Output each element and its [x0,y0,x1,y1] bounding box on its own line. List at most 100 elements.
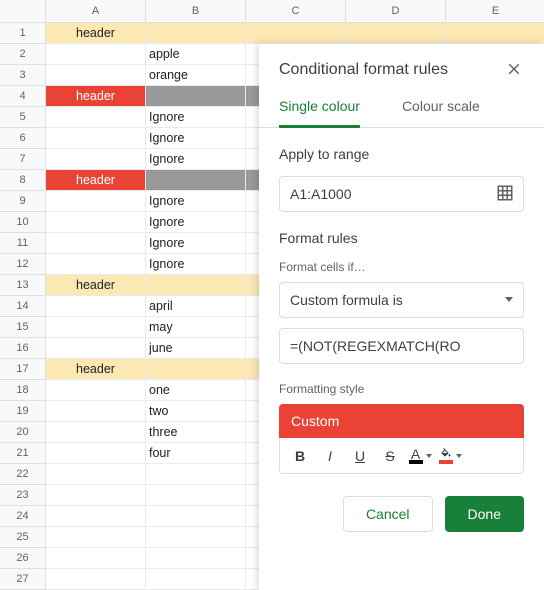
close-icon[interactable] [504,60,524,80]
row-header[interactable]: 11 [0,233,46,254]
row-header[interactable]: 1 [0,23,46,44]
cell[interactable] [146,464,246,485]
cell[interactable] [146,170,246,191]
cell[interactable] [46,527,146,548]
cell[interactable]: june [146,338,246,359]
cell[interactable]: header [46,23,146,44]
cell[interactable]: header [46,359,146,380]
cell[interactable] [146,485,246,506]
cell[interactable]: header [46,170,146,191]
done-button[interactable]: Done [445,496,524,532]
cell[interactable] [146,23,246,44]
cell[interactable] [46,191,146,212]
corner-select-all[interactable] [0,0,46,23]
cell[interactable]: Ignore [146,149,246,170]
cell[interactable] [146,527,246,548]
cell[interactable]: header [46,86,146,107]
fill-color-button[interactable] [436,442,464,470]
cell[interactable] [46,317,146,338]
rule-type-dropdown[interactable]: Custom formula is [279,282,524,318]
cell[interactable] [146,569,246,590]
row-header[interactable]: 6 [0,128,46,149]
row-header[interactable]: 10 [0,212,46,233]
cell[interactable]: Ignore [146,212,246,233]
cell[interactable]: may [146,317,246,338]
cell[interactable]: four [146,443,246,464]
cell[interactable] [246,23,346,44]
row-header[interactable]: 3 [0,65,46,86]
row-header[interactable]: 17 [0,359,46,380]
cell[interactable] [46,233,146,254]
row-header[interactable]: 19 [0,401,46,422]
row-header[interactable]: 14 [0,296,46,317]
cell[interactable] [46,506,146,527]
row-header[interactable]: 22 [0,464,46,485]
strikethrough-button[interactable]: S [376,442,404,470]
cell[interactable] [46,380,146,401]
cell[interactable]: Ignore [146,233,246,254]
cell[interactable] [146,506,246,527]
range-select-icon[interactable] [496,184,516,204]
cell[interactable]: Ignore [146,128,246,149]
cell[interactable]: april [146,296,246,317]
cell[interactable] [46,254,146,275]
column-header[interactable]: D [346,0,446,23]
column-header[interactable]: B [146,0,246,23]
cell[interactable] [146,359,246,380]
style-preview[interactable]: Custom [279,404,524,438]
row-header[interactable]: 4 [0,86,46,107]
bold-button[interactable]: B [286,442,314,470]
cell[interactable] [46,443,146,464]
tab-single-colour[interactable]: Single colour [279,98,360,128]
underline-button[interactable]: U [346,442,374,470]
cell[interactable] [346,23,446,44]
cell[interactable] [46,149,146,170]
cell[interactable] [46,464,146,485]
cell[interactable]: three [146,422,246,443]
cell[interactable] [46,569,146,590]
cell[interactable]: two [146,401,246,422]
row-header[interactable]: 15 [0,317,46,338]
cell[interactable]: orange [146,65,246,86]
cell[interactable]: header [46,275,146,296]
column-header[interactable]: E [446,0,544,23]
cell[interactable] [46,548,146,569]
cell[interactable] [146,548,246,569]
row-header[interactable]: 9 [0,191,46,212]
cell[interactable] [46,128,146,149]
row-header[interactable]: 13 [0,275,46,296]
cell[interactable] [46,422,146,443]
cell[interactable]: Ignore [146,107,246,128]
row-header[interactable]: 8 [0,170,46,191]
row-header[interactable]: 24 [0,506,46,527]
cancel-button[interactable]: Cancel [343,496,433,532]
row-header[interactable]: 12 [0,254,46,275]
italic-button[interactable]: I [316,442,344,470]
row-header[interactable]: 7 [0,149,46,170]
row-header[interactable]: 5 [0,107,46,128]
cell[interactable] [46,401,146,422]
cell[interactable] [46,296,146,317]
formula-input[interactable] [279,328,524,364]
cell[interactable] [46,338,146,359]
text-color-button[interactable]: A [406,442,434,470]
column-header[interactable]: C [246,0,346,23]
range-input[interactable] [279,176,524,212]
cell[interactable] [46,107,146,128]
row-header[interactable]: 21 [0,443,46,464]
cell[interactable]: Ignore [146,254,246,275]
cell[interactable] [46,212,146,233]
cell[interactable] [46,65,146,86]
cell[interactable]: one [146,380,246,401]
cell[interactable] [46,44,146,65]
cell[interactable]: apple [146,44,246,65]
row-header[interactable]: 20 [0,422,46,443]
row-header[interactable]: 23 [0,485,46,506]
row-header[interactable]: 16 [0,338,46,359]
row-header[interactable]: 18 [0,380,46,401]
cell[interactable] [146,86,246,107]
row-header[interactable]: 25 [0,527,46,548]
row-header[interactable]: 2 [0,44,46,65]
tab-colour-scale[interactable]: Colour scale [402,98,480,128]
cell[interactable] [46,485,146,506]
